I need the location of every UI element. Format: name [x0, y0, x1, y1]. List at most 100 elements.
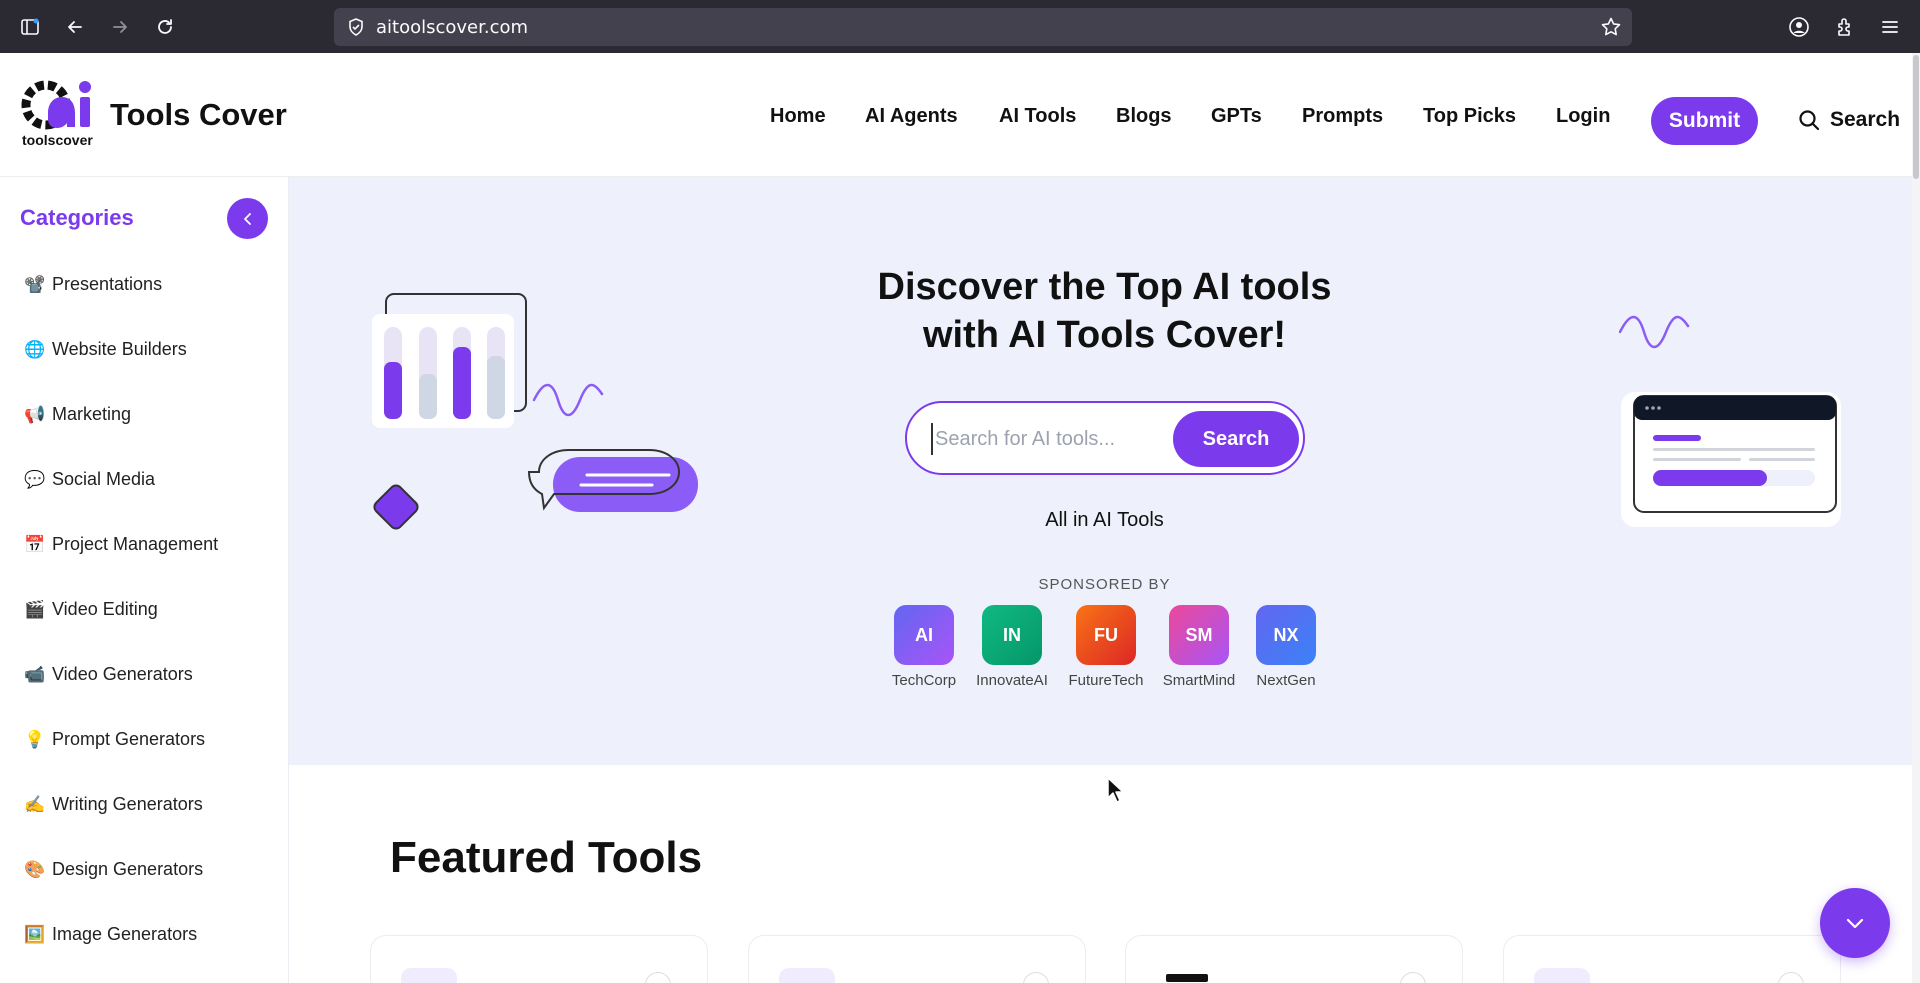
presentation-icon: 📽️ [24, 275, 46, 294]
category-prompt-generators[interactable]: 💡 Prompt Generators [24, 729, 205, 750]
category-marketing[interactable]: 📢 Marketing [24, 404, 131, 425]
heart-icon[interactable] [645, 972, 671, 983]
category-writing-generators[interactable]: ✍️ Writing Generators [24, 794, 203, 815]
nav-home[interactable]: Home [770, 105, 826, 128]
megaphone-icon: 📢 [24, 405, 46, 424]
site-header: toolscover Tools Cover Home AI Agents AI… [0, 53, 1920, 177]
hero-search-box: Search [905, 401, 1305, 475]
sponsor-logo-icon: SM [1169, 605, 1229, 665]
lightbulb-icon: 💡 [24, 730, 46, 749]
header-search-button[interactable]: Search [1798, 108, 1900, 132]
hero-search-input[interactable] [931, 423, 1151, 455]
scroll-down-button[interactable] [1820, 888, 1890, 958]
category-label: Prompt Generators [52, 729, 206, 749]
video-camera-icon: 📹 [24, 665, 46, 684]
nav-gpts[interactable]: GPTs [1211, 105, 1262, 128]
writing-hand-icon: ✍️ [24, 795, 46, 814]
category-label: Image Generators [52, 924, 198, 944]
sponsor-name: InnovateAI [976, 672, 1048, 689]
category-label: Video Editing [52, 599, 158, 619]
sponsor-name: SmartMind [1162, 672, 1236, 689]
category-project-management[interactable]: 📅 Project Management [24, 534, 218, 555]
address-bar[interactable]: aitoolscover.com [334, 8, 1632, 46]
clapperboard-icon: 🎬 [24, 600, 46, 619]
reload-icon[interactable] [150, 12, 180, 42]
hero-section: Discover the Top AI tools with AI Tools … [289, 177, 1920, 765]
category-label: Social Media [52, 469, 156, 489]
sponsor-innovateai[interactable]: IN InnovateAI [962, 605, 1062, 689]
sponsor-logo-icon: AI [894, 605, 954, 665]
hero-title-line-2: with AI Tools Cover! [922, 314, 1287, 356]
nav-ai-tools[interactable]: AI Tools [999, 105, 1076, 128]
scrollbar-thumb[interactable] [1913, 55, 1919, 179]
brand-name[interactable]: Tools Cover [110, 97, 287, 133]
tool-card[interactable] [748, 935, 1086, 983]
category-video-generators[interactable]: 📹 Video Generators [24, 664, 193, 685]
nav-blogs[interactable]: Blogs [1116, 105, 1172, 128]
tool-thumbnail [1534, 968, 1590, 983]
sponsor-name: TechCorp [891, 672, 957, 689]
menu-icon[interactable] [1875, 12, 1905, 42]
framed-picture-icon: 🖼️ [24, 925, 46, 944]
tool-thumbnail [1166, 974, 1208, 982]
category-website-builders[interactable]: 🌐 Website Builders [24, 339, 187, 360]
heart-icon[interactable] [1023, 972, 1049, 983]
collapse-sidebar-button[interactable] [227, 198, 268, 239]
hero-title-line-1: Discover the Top AI tools [877, 266, 1332, 308]
sponsor-nextgen[interactable]: NX NextGen [1236, 605, 1336, 689]
featured-tools-title: Featured Tools [390, 833, 703, 882]
tool-card[interactable] [1503, 935, 1841, 983]
category-presentations[interactable]: 📽️ Presentations [24, 274, 162, 295]
nav-login[interactable]: Login [1556, 105, 1610, 128]
sponsor-name: FutureTech [1068, 672, 1144, 689]
speech-bubble-icon: 💬 [24, 470, 46, 489]
sponsor-futuretech[interactable]: FU FutureTech [1056, 605, 1156, 689]
sponsor-logo-icon: NX [1256, 605, 1316, 665]
shield-icon [346, 17, 366, 42]
star-icon[interactable] [1600, 16, 1622, 43]
tool-card[interactable] [1125, 935, 1463, 983]
browser-toolbar: aitoolscover.com [0, 0, 1920, 53]
categories-title: Categories [20, 205, 134, 230]
tool-thumbnail [779, 968, 835, 983]
nav-prompts[interactable]: Prompts [1302, 105, 1383, 128]
sponsor-name: NextGen [1256, 672, 1316, 689]
palette-icon: 🎨 [24, 860, 46, 879]
category-label: Project Management [52, 534, 219, 554]
category-label: Design Generators [52, 859, 204, 879]
category-image-generators[interactable]: 🖼️ Image Generators [24, 924, 197, 945]
sponsored-label: SPONSORED BY [1038, 576, 1171, 593]
chevron-left-icon [243, 212, 251, 225]
category-label: Presentations [52, 274, 163, 294]
category-label: Video Generators [52, 664, 193, 684]
globe-icon: 🌐 [24, 340, 46, 359]
url-text: aitoolscover.com [376, 16, 529, 38]
calendar-icon: 📅 [24, 535, 46, 554]
sponsor-techcorp[interactable]: AI TechCorp [874, 605, 974, 689]
nav-top-picks[interactable]: Top Picks [1423, 105, 1516, 128]
sponsor-logo-icon: IN [982, 605, 1042, 665]
tool-thumbnail [401, 968, 457, 983]
account-icon[interactable] [1784, 12, 1814, 42]
header-search-label: Search [1830, 108, 1901, 131]
category-design-generators[interactable]: 🎨 Design Generators [24, 859, 203, 880]
heart-icon[interactable] [1778, 972, 1804, 983]
hero-title: Discover the Top AI tools with AI Tools … [289, 263, 1920, 359]
sidebar-icon[interactable] [15, 12, 45, 42]
extensions-icon[interactable] [1830, 12, 1860, 42]
submit-button[interactable]: Submit [1651, 97, 1758, 145]
category-social-media[interactable]: 💬 Social Media [24, 469, 155, 490]
hero-search-button[interactable]: Search [1173, 411, 1299, 467]
sponsor-smartmind[interactable]: SM SmartMind [1149, 605, 1249, 689]
category-video-editing[interactable]: 🎬 Video Editing [24, 599, 158, 620]
forward-icon[interactable] [105, 12, 135, 42]
tool-card[interactable] [370, 935, 708, 983]
category-label: Writing Generators [52, 794, 203, 814]
heart-icon[interactable] [1400, 972, 1426, 983]
back-icon[interactable] [60, 12, 90, 42]
mouse-cursor-icon [1107, 777, 1124, 803]
chevron-down-icon [1846, 918, 1864, 929]
page-scrollbar[interactable] [1912, 53, 1920, 983]
logo-subtitle: toolscover [22, 132, 93, 148]
nav-ai-agents[interactable]: AI Agents [865, 105, 958, 128]
